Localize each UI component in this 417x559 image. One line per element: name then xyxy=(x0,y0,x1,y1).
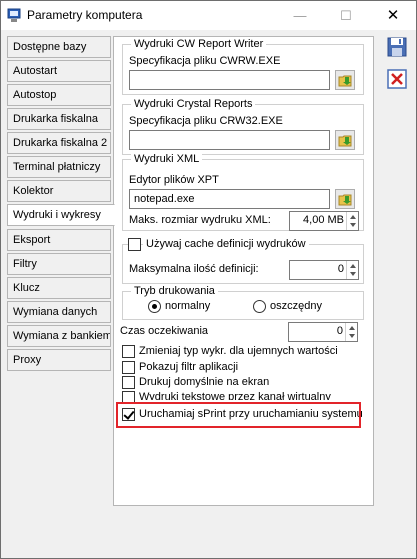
crw32-browse-button[interactable] xyxy=(335,130,355,150)
arrow-up-icon xyxy=(350,264,356,268)
cache-label: Używaj cache definicji wydruków xyxy=(143,237,309,251)
sidebar-item-drukarka-fiskalna-2[interactable]: Drukarka fiskalna 2 xyxy=(7,132,111,154)
option-app-filter-label: Pokazuj filtr aplikacji xyxy=(139,361,239,373)
sidebar-item-filtry[interactable]: Filtry xyxy=(7,253,111,275)
group-crystal-reports: Wydruki Crystal Reports Specyfikacja pli… xyxy=(122,97,364,155)
sidebar-item-dostepne-bazy[interactable]: Dostępne bazy xyxy=(7,36,111,58)
sidebar-item-wymiana-z-bankiem[interactable]: Wymiana z bankiem xyxy=(7,325,111,347)
group-title-cw: Wydruki CW Report Writer xyxy=(131,37,267,51)
save-icon[interactable] xyxy=(385,35,409,59)
arrow-up-icon xyxy=(349,326,355,330)
arrow-up-icon xyxy=(350,215,356,219)
crw32-path-input[interactable] xyxy=(129,130,330,150)
highlight-frame xyxy=(116,402,361,428)
mode-normal-radio[interactable] xyxy=(148,300,161,313)
crw32-label: Specyfikacja pliku CRW32.EXE xyxy=(129,115,283,127)
timeout-label: Czas oczekiwania xyxy=(120,325,209,337)
cwrw-label: Specyfikacja pliku CWRW.EXE xyxy=(129,55,281,67)
sidebar-item-proxy[interactable]: Proxy xyxy=(7,349,111,371)
sidebar-item-autostart[interactable]: Autostart xyxy=(7,60,111,82)
xml-max-size-stepper[interactable]: 4,00 MB xyxy=(289,211,359,231)
xpt-browse-button[interactable] xyxy=(335,189,355,209)
cache-max-stepper[interactable]: 0 xyxy=(289,260,359,280)
arrow-down-icon xyxy=(350,223,356,227)
mode-normal-label: normalny xyxy=(165,300,211,312)
xpt-editor-label: Edytor plików XPT xyxy=(129,174,219,186)
computer-app-icon xyxy=(7,8,21,22)
option-app-filter-checkbox[interactable] xyxy=(122,361,135,374)
mode-saving-label: oszczędny xyxy=(270,300,322,312)
stepper-arrows[interactable] xyxy=(345,323,357,341)
title-bar: Parametry komputera — ☐ ✕ xyxy=(1,1,416,30)
xpt-editor-input[interactable]: notepad.exe xyxy=(129,189,330,209)
arrow-down-icon xyxy=(350,272,356,276)
sidebar-item-wymiana-danych[interactable]: Wymiana danych xyxy=(7,301,111,323)
cache-max-label: Maksymalna ilość definicji: xyxy=(129,263,259,275)
timeout-value: 0 xyxy=(336,325,343,337)
settings-panel: Wydruki CW Report Writer Specyfikacja pl… xyxy=(113,36,374,506)
group-xml: Wydruki XML Edytor plików XPT notepad.ex… xyxy=(122,152,364,231)
sidebar-item-drukarka-fiskalna[interactable]: Drukarka fiskalna xyxy=(7,108,111,130)
close-button[interactable]: ✕ xyxy=(370,1,416,30)
print-mode-title: Tryb drukowania xyxy=(131,284,218,298)
folder-arrow-icon xyxy=(338,75,352,87)
timeout-stepper[interactable]: 0 xyxy=(288,322,358,342)
dialog-window: Parametry komputera — ☐ ✕ Dostępne bazy … xyxy=(0,0,417,559)
sidebar-item-wydruki-i-wykresy[interactable]: Wydruki i wykresy xyxy=(7,204,115,226)
xml-max-size-label: Maks. rozmiar wydruku XML: xyxy=(129,214,271,226)
mode-saving-radio[interactable] xyxy=(253,300,266,313)
sidebar-item-eksport[interactable]: Eksport xyxy=(7,229,111,251)
arrow-down-icon xyxy=(349,334,355,338)
group-title-crystal: Wydruki Crystal Reports xyxy=(131,97,256,111)
window-title: Parametry komputera xyxy=(27,8,143,22)
stepper-arrows[interactable] xyxy=(346,212,358,230)
sidebar-item-autostop[interactable]: Autostop xyxy=(7,84,111,106)
option-virtual-channel-label: Wydruki tekstowe przez kanał wirtualny xyxy=(139,391,331,400)
sidebar-item-terminal-platniczy[interactable]: Terminal płatniczy xyxy=(7,156,111,178)
folder-arrow-icon xyxy=(338,194,352,206)
group-cache: Używaj cache definicji wydruków Maksymal… xyxy=(122,237,364,284)
group-cw-report-writer: Wydruki CW Report Writer Specyfikacja pl… xyxy=(122,37,364,95)
xml-max-size-value: 4,00 MB xyxy=(303,214,344,226)
folder-arrow-icon xyxy=(338,135,352,147)
cache-max-value: 0 xyxy=(337,263,344,275)
cwrw-path-input[interactable] xyxy=(129,70,330,90)
sidebar-item-kolektor[interactable]: Kolektor xyxy=(7,180,111,202)
option-screen-print-label: Drukuj domyślnie na ekran xyxy=(139,376,270,388)
group-print-mode: Tryb drukowania normalny oszczędny xyxy=(122,284,364,320)
option-screen-print-checkbox[interactable] xyxy=(122,376,135,389)
minimize-button[interactable]: — xyxy=(277,1,323,30)
option-negative-chart-checkbox[interactable] xyxy=(122,345,135,358)
option-negative-chart-label: Zmieniaj typ wykr. dla ujemnych wartości xyxy=(139,345,338,357)
cwrw-browse-button[interactable] xyxy=(335,70,355,90)
group-title-xml: Wydruki XML xyxy=(131,152,203,166)
cancel-icon[interactable] xyxy=(385,67,409,91)
maximize-button[interactable]: ☐ xyxy=(323,1,369,30)
stepper-arrows[interactable] xyxy=(346,261,358,279)
cache-checkbox[interactable] xyxy=(128,238,141,251)
sidebar-item-klucz[interactable]: Klucz xyxy=(7,277,111,299)
